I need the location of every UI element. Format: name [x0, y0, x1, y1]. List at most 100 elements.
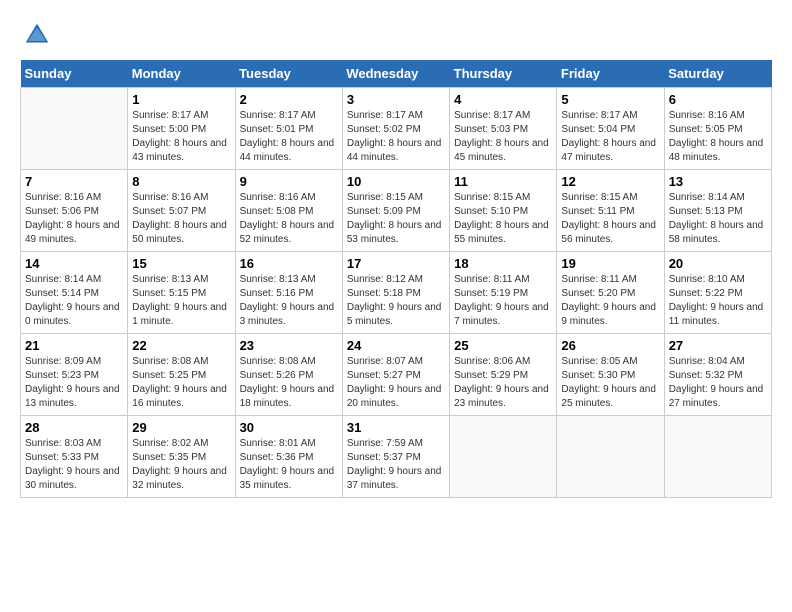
page-header: [20, 20, 772, 50]
day-number: 16: [240, 256, 338, 271]
week-row-5: 28 Sunrise: 8:03 AMSunset: 5:33 PMDayligh…: [21, 416, 772, 498]
day-number: 24: [347, 338, 445, 353]
day-info: Sunrise: 8:14 AMSunset: 5:14 PMDaylight:…: [25, 273, 123, 329]
day-number: 13: [669, 174, 767, 189]
calendar-cell: 12 Sunrise: 8:15 AMSunset: 5:11 PMDayligh…: [557, 170, 664, 252]
day-number: 21: [25, 338, 123, 353]
calendar-cell: 9Sunrise: 8:16 AMSunset: 5:08 PMDaylight…: [235, 170, 342, 252]
calendar-cell: 10 Sunrise: 8:15 AMSunset: 5:09 PMDayligh…: [342, 170, 449, 252]
day-info: Sunrise: 8:08 AMSunset: 5:26 PMDaylight:…: [240, 355, 338, 411]
day-number: 18: [454, 256, 552, 271]
calendar-cell: 8Sunrise: 8:16 AMSunset: 5:07 PMDaylight…: [128, 170, 235, 252]
calendar-cell: [664, 416, 771, 498]
calendar-cell: 2 Sunrise: 8:17 AMSunset: 5:01 PMDaylight…: [235, 88, 342, 170]
calendar-cell: 25Sunrise: 8:06 AMSunset: 5:29 PMDayligh…: [450, 334, 557, 416]
calendar-table: SundayMondayTuesdayWednesdayThursdayFrid…: [20, 60, 772, 498]
day-info: Sunrise: 8:17 AMSunset: 5:01 PMDaylight:…: [240, 109, 338, 165]
day-number: 27: [669, 338, 767, 353]
day-info: Sunrise: 8:15 AMSunset: 5:11 PMDaylight:…: [561, 191, 659, 247]
day-info: Sunrise: 8:10 AMSunset: 5:22 PMDaylight:…: [669, 273, 767, 329]
day-number: 14: [25, 256, 123, 271]
calendar-cell: 26 Sunrise: 8:05 AMSunset: 5:30 PMDayligh…: [557, 334, 664, 416]
day-info: Sunrise: 7:59 AMSunset: 5:37 PMDaylight:…: [347, 437, 445, 493]
day-info: Sunrise: 8:14 AMSunset: 5:13 PMDaylight:…: [669, 191, 767, 247]
header-row: SundayMondayTuesdayWednesdayThursdayFrid…: [21, 60, 772, 88]
calendar-cell: 22 Sunrise: 8:08 AMSunset: 5:25 PMDayligh…: [128, 334, 235, 416]
day-info: Sunrise: 8:06 AMSunset: 5:29 PMDaylight:…: [454, 355, 552, 411]
day-number: 22: [132, 338, 230, 353]
day-info: Sunrise: 8:01 AMSunset: 5:36 PMDaylight:…: [240, 437, 338, 493]
calendar-cell: 11Sunrise: 8:15 AMSunset: 5:10 PMDayligh…: [450, 170, 557, 252]
weekday-header-friday: Friday: [557, 60, 664, 88]
calendar-cell: 27Sunrise: 8:04 AMSunset: 5:32 PMDayligh…: [664, 334, 771, 416]
day-info: Sunrise: 8:07 AMSunset: 5:27 PMDaylight:…: [347, 355, 445, 411]
calendar-cell: 4 Sunrise: 8:17 AMSunset: 5:03 PMDaylight…: [450, 88, 557, 170]
day-info: Sunrise: 8:08 AMSunset: 5:25 PMDaylight:…: [132, 355, 230, 411]
calendar-cell: 3 Sunrise: 8:17 AMSunset: 5:02 PMDaylight…: [342, 88, 449, 170]
day-info: Sunrise: 8:02 AMSunset: 5:35 PMDaylight:…: [132, 437, 230, 493]
day-info: Sunrise: 8:17 AMSunset: 5:02 PMDaylight:…: [347, 109, 445, 165]
day-info: Sunrise: 8:16 AMSunset: 5:05 PMDaylight:…: [669, 109, 767, 165]
day-number: 29: [132, 420, 230, 435]
day-info: Sunrise: 8:03 AMSunset: 5:33 PMDaylight:…: [25, 437, 123, 493]
calendar-cell: [21, 88, 128, 170]
day-number: 15: [132, 256, 230, 271]
day-number: 26: [561, 338, 659, 353]
day-number: 3: [347, 92, 445, 107]
day-number: 7: [25, 174, 123, 189]
day-number: 4: [454, 92, 552, 107]
calendar-cell: 29 Sunrise: 8:02 AMSunset: 5:35 PMDayligh…: [128, 416, 235, 498]
week-row-1: 1Sunrise: 8:17 AMSunset: 5:00 PMDaylight…: [21, 88, 772, 170]
week-row-3: 14 Sunrise: 8:14 AMSunset: 5:14 PMDayligh…: [21, 252, 772, 334]
day-number: 28: [25, 420, 123, 435]
calendar-cell: 28 Sunrise: 8:03 AMSunset: 5:33 PMDayligh…: [21, 416, 128, 498]
day-number: 6: [669, 92, 767, 107]
day-info: Sunrise: 8:05 AMSunset: 5:30 PMDaylight:…: [561, 355, 659, 411]
calendar-cell: 17Sunrise: 8:12 AMSunset: 5:18 PMDayligh…: [342, 252, 449, 334]
day-number: 2: [240, 92, 338, 107]
day-number: 19: [561, 256, 659, 271]
weekday-header-thursday: Thursday: [450, 60, 557, 88]
day-number: 12: [561, 174, 659, 189]
day-info: Sunrise: 8:09 AMSunset: 5:23 PMDaylight:…: [25, 355, 123, 411]
weekday-header-wednesday: Wednesday: [342, 60, 449, 88]
logo: [20, 20, 52, 50]
calendar-cell: 21 Sunrise: 8:09 AMSunset: 5:23 PMDayligh…: [21, 334, 128, 416]
day-info: Sunrise: 8:17 AMSunset: 5:03 PMDaylight:…: [454, 109, 552, 165]
day-number: 8: [132, 174, 230, 189]
calendar-cell: 30Sunrise: 8:01 AMSunset: 5:36 PMDayligh…: [235, 416, 342, 498]
day-info: Sunrise: 8:17 AMSunset: 5:00 PMDaylight:…: [132, 109, 230, 165]
logo-icon: [22, 20, 52, 50]
day-info: Sunrise: 8:12 AMSunset: 5:18 PMDaylight:…: [347, 273, 445, 329]
week-row-4: 21 Sunrise: 8:09 AMSunset: 5:23 PMDayligh…: [21, 334, 772, 416]
calendar-cell: 16Sunrise: 8:13 AMSunset: 5:16 PMDayligh…: [235, 252, 342, 334]
day-info: Sunrise: 8:15 AMSunset: 5:09 PMDaylight:…: [347, 191, 445, 247]
day-info: Sunrise: 8:11 AMSunset: 5:20 PMDaylight:…: [561, 273, 659, 329]
calendar-cell: [450, 416, 557, 498]
day-info: Sunrise: 8:11 AMSunset: 5:19 PMDaylight:…: [454, 273, 552, 329]
day-info: Sunrise: 8:17 AMSunset: 5:04 PMDaylight:…: [561, 109, 659, 165]
day-info: Sunrise: 8:16 AMSunset: 5:08 PMDaylight:…: [240, 191, 338, 247]
calendar-cell: 23 Sunrise: 8:08 AMSunset: 5:26 PMDayligh…: [235, 334, 342, 416]
calendar-cell: 19 Sunrise: 8:11 AMSunset: 5:20 PMDayligh…: [557, 252, 664, 334]
day-info: Sunrise: 8:16 AMSunset: 5:06 PMDaylight:…: [25, 191, 123, 247]
weekday-header-monday: Monday: [128, 60, 235, 88]
calendar-cell: 20 Sunrise: 8:10 AMSunset: 5:22 PMDayligh…: [664, 252, 771, 334]
day-number: 10: [347, 174, 445, 189]
day-number: 20: [669, 256, 767, 271]
calendar-cell: 31Sunrise: 7:59 AMSunset: 5:37 PMDayligh…: [342, 416, 449, 498]
calendar-cell: 15Sunrise: 8:13 AMSunset: 5:15 PMDayligh…: [128, 252, 235, 334]
day-info: Sunrise: 8:15 AMSunset: 5:10 PMDaylight:…: [454, 191, 552, 247]
calendar-cell: 24 Sunrise: 8:07 AMSunset: 5:27 PMDayligh…: [342, 334, 449, 416]
calendar-cell: 13 Sunrise: 8:14 AMSunset: 5:13 PMDayligh…: [664, 170, 771, 252]
calendar-cell: 6 Sunrise: 8:16 AMSunset: 5:05 PMDaylight…: [664, 88, 771, 170]
calendar-cell: 5 Sunrise: 8:17 AMSunset: 5:04 PMDaylight…: [557, 88, 664, 170]
weekday-header-sunday: Sunday: [21, 60, 128, 88]
calendar-cell: 14 Sunrise: 8:14 AMSunset: 5:14 PMDayligh…: [21, 252, 128, 334]
calendar-cell: 7 Sunrise: 8:16 AMSunset: 5:06 PMDaylight…: [21, 170, 128, 252]
day-number: 23: [240, 338, 338, 353]
day-number: 5: [561, 92, 659, 107]
calendar-cell: 1Sunrise: 8:17 AMSunset: 5:00 PMDaylight…: [128, 88, 235, 170]
weekday-header-saturday: Saturday: [664, 60, 771, 88]
calendar-cell: [557, 416, 664, 498]
